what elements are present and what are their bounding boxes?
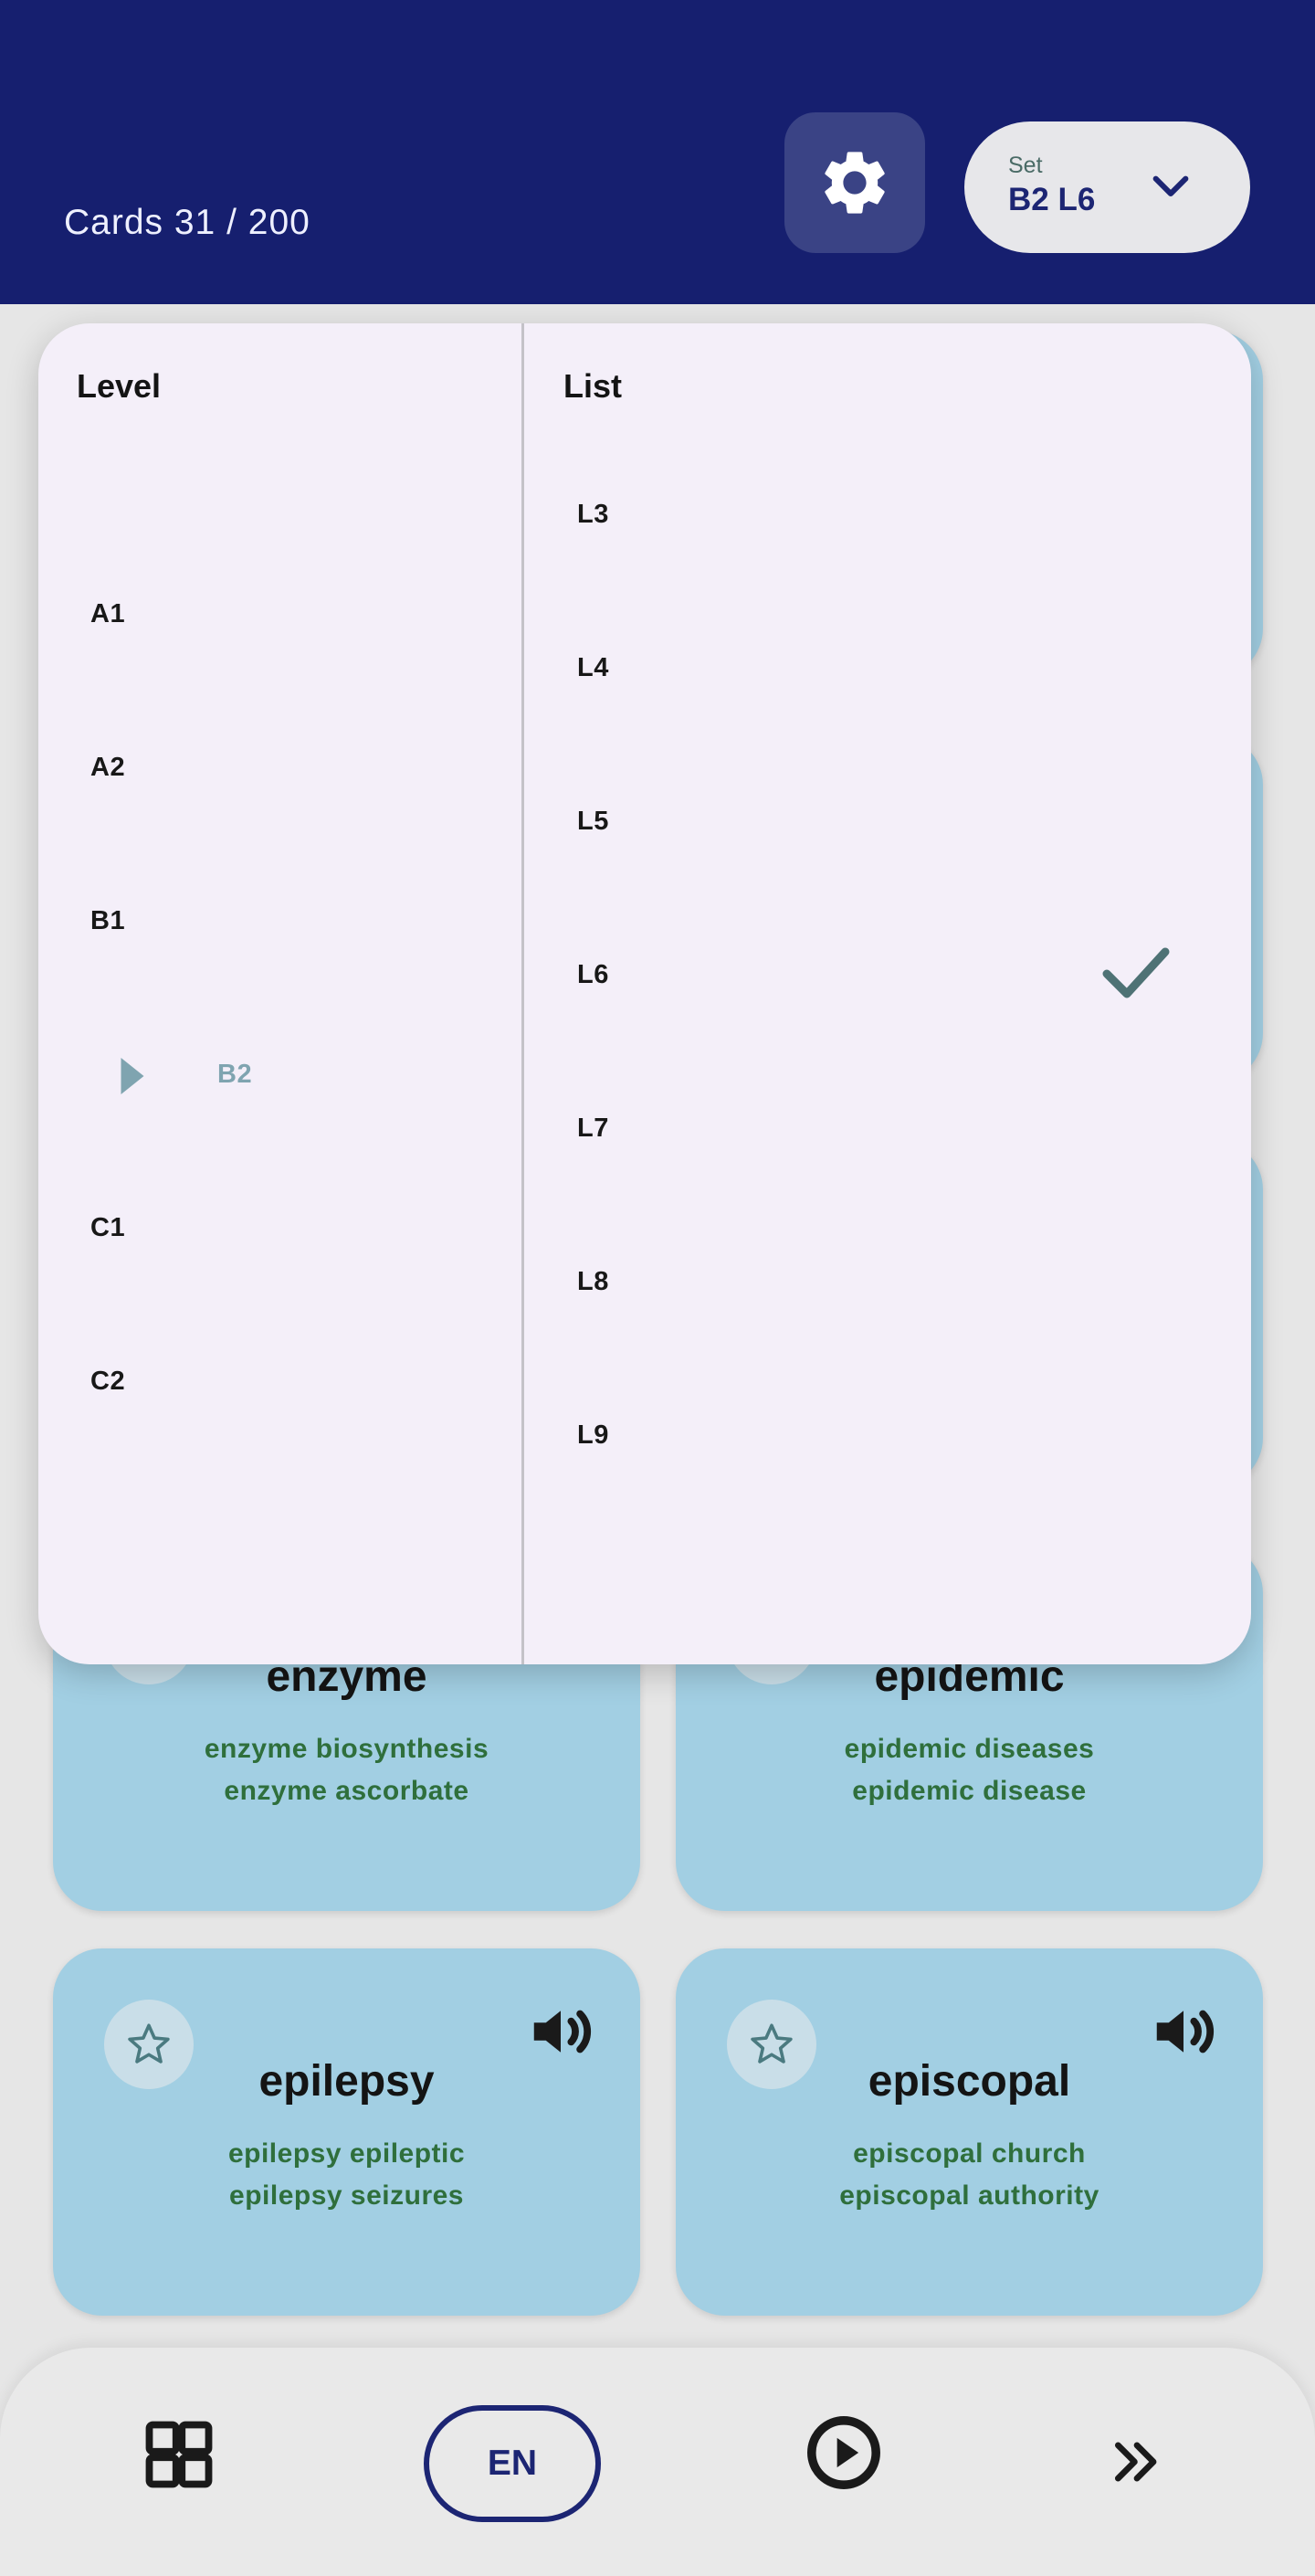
word-card[interactable]: episcopal episcopal church episcopal aut… xyxy=(676,1948,1263,2316)
card-phrase: epilepsy seizures xyxy=(229,2180,464,2211)
word-card[interactable]: epilepsy epilepsy epileptic epilepsy sei… xyxy=(53,1948,640,2316)
list-option-l3[interactable]: L3 xyxy=(577,500,609,530)
card-word: episcopal xyxy=(868,2057,1071,2106)
list-heading: List xyxy=(563,367,623,405)
card-phrase: episcopal church xyxy=(853,2138,1086,2169)
bottom-navigation: EN xyxy=(0,2348,1315,2576)
card-word: epilepsy xyxy=(258,2057,435,2106)
double-chevron-right-icon[interactable] xyxy=(1109,2433,1165,2490)
level-option-b1[interactable]: B1 xyxy=(90,906,125,936)
settings-button[interactable] xyxy=(784,112,925,253)
list-option-l5[interactable]: L5 xyxy=(577,807,609,837)
list-option-l6[interactable]: L6 xyxy=(577,960,609,990)
cards-counter: Cards 31 / 200 xyxy=(64,203,310,242)
list-option-l8[interactable]: L8 xyxy=(577,1267,609,1297)
set-label: Set xyxy=(1008,153,1043,178)
set-dropdown-panel: Level List A1 A2 B1 B2 C1 C2 L3 L4 L5 L6… xyxy=(38,323,1251,1664)
list-option-l7[interactable]: L7 xyxy=(577,1114,609,1144)
level-option-b2[interactable]: B2 xyxy=(217,1060,252,1090)
card-phrase: epilepsy epileptic xyxy=(227,2138,466,2169)
caret-right-icon xyxy=(121,1058,144,1094)
language-toggle-button[interactable]: EN xyxy=(424,2405,601,2522)
gear-icon xyxy=(825,152,885,214)
level-option-c1[interactable]: C1 xyxy=(90,1213,125,1243)
top-app-bar: Cards 31 / 200 Set B2 L6 xyxy=(0,0,1315,304)
set-selector-button[interactable]: Set B2 L6 xyxy=(964,121,1250,253)
level-option-c2[interactable]: C2 xyxy=(90,1367,125,1397)
card-phrase: enzyme biosynthesis xyxy=(204,1734,489,1764)
checkmark-icon xyxy=(1102,947,1170,998)
app-screen: Cards 31 / 200 Set B2 L6 enzyme enzyme b… xyxy=(0,0,1315,2576)
column-divider xyxy=(521,323,524,1664)
card-phrase: enzyme ascorbate xyxy=(224,1776,469,1806)
grid-icon[interactable] xyxy=(143,2419,215,2490)
play-circle-icon[interactable] xyxy=(804,2412,884,2493)
card-phrase: epidemic disease xyxy=(852,1776,1087,1806)
chevron-down-icon xyxy=(1152,175,1189,197)
list-option-l4[interactable]: L4 xyxy=(577,653,609,683)
set-value: B2 L6 xyxy=(1008,182,1096,217)
card-phrase: episcopal authority xyxy=(839,2180,1099,2211)
card-phrase: epidemic diseases xyxy=(844,1734,1095,1764)
level-heading: Level xyxy=(77,367,162,405)
list-option-l9[interactable]: L9 xyxy=(577,1420,609,1451)
level-option-a1[interactable]: A1 xyxy=(90,599,125,629)
level-option-a2[interactable]: A2 xyxy=(90,753,125,783)
